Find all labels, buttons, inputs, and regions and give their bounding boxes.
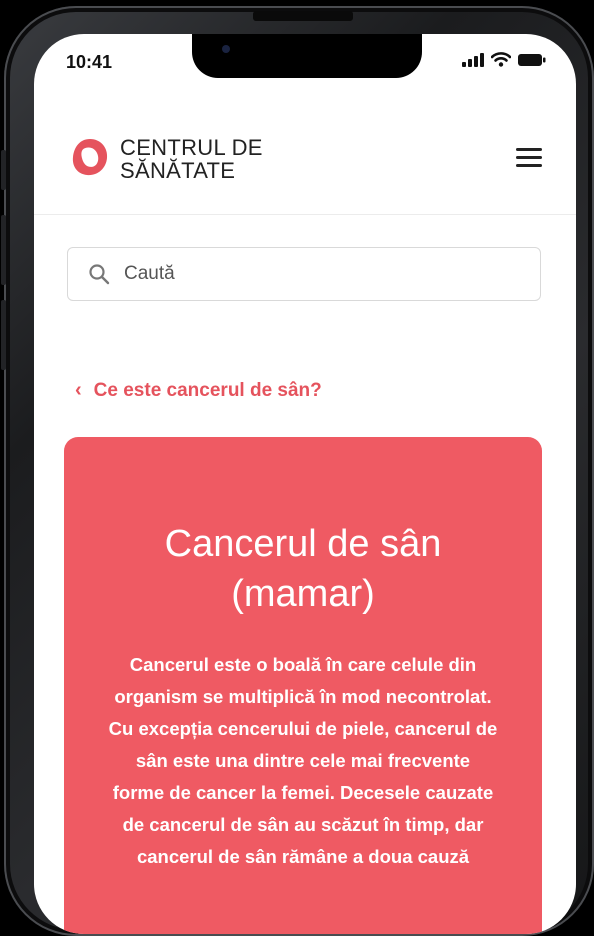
- search-box[interactable]: [67, 247, 541, 301]
- screen: 10:41 CENTRUL DE SĂNĂTATE Caută ‹ Ce est…: [34, 34, 576, 934]
- site-header: CENTRUL DE SĂNĂTATE: [34, 122, 576, 215]
- side-button-volume-up: [1, 215, 6, 285]
- brand-line-2: SĂNĂTATE: [120, 158, 236, 183]
- logo-icon[interactable]: [70, 136, 110, 178]
- article-title: Cancerul de sân (mamar): [94, 519, 512, 619]
- menu-icon-bar: [516, 156, 542, 159]
- brand-line-1: CENTRUL DE: [120, 135, 263, 160]
- camera-icon: [222, 45, 230, 53]
- menu-icon-bar: [516, 164, 542, 167]
- article-title-line-2: (mamar): [231, 573, 375, 615]
- search-input[interactable]: [122, 262, 506, 286]
- article-body: Cancerul este o boală în care celule din…: [108, 654, 498, 867]
- menu-icon: [516, 148, 542, 151]
- status-time: 10:41: [66, 52, 113, 72]
- wifi-icon: [491, 52, 511, 67]
- notch: [192, 34, 422, 78]
- search-icon: [89, 264, 110, 285]
- chevron-left-icon: ‹: [75, 379, 82, 401]
- side-button-volume-down: [1, 300, 6, 370]
- speaker-slit: [253, 11, 353, 21]
- back-link-label: Ce este cancerul de sân?: [93, 379, 322, 401]
- back-link[interactable]: ‹ Ce este cancerul de sân?: [75, 379, 322, 402]
- brand-name[interactable]: CENTRUL DE SĂNĂTATE: [120, 136, 263, 182]
- article-title-line-1: Cancerul de sân: [164, 523, 442, 565]
- side-button-mute: [1, 150, 6, 190]
- status-icons: [462, 52, 546, 67]
- article-card: Cancerul de sân (mamar) Cancerul este o …: [64, 437, 542, 934]
- battery-icon: [518, 53, 546, 66]
- menu-button[interactable]: [516, 148, 542, 168]
- signal-icon: [462, 52, 484, 67]
